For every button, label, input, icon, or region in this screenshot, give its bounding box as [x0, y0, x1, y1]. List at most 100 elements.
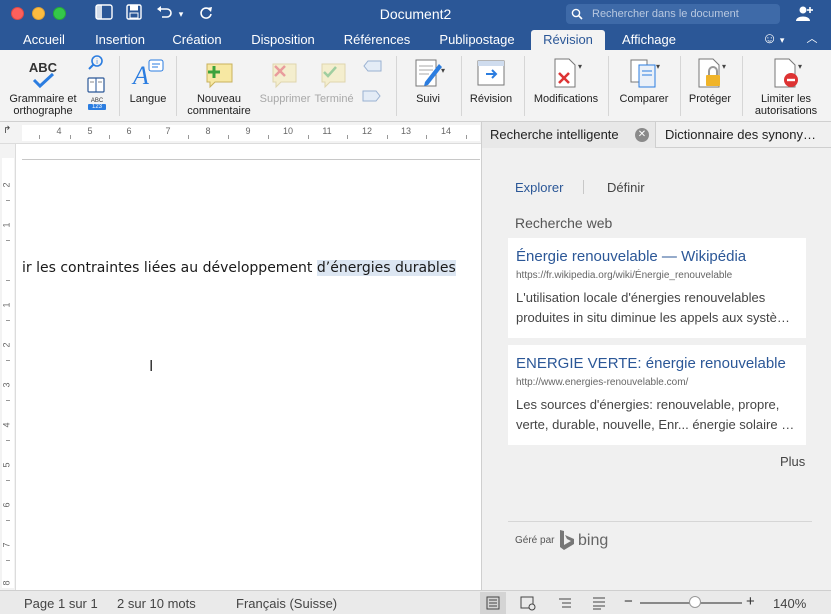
word-count[interactable]: 2 sur 10 mots	[117, 596, 196, 611]
result-url: https://fr.wikipedia.org/wiki/Énergie_re…	[516, 270, 733, 281]
ruler-number: 4	[56, 126, 62, 136]
zoom-out-button[interactable]: −	[624, 593, 633, 610]
language-status[interactable]: Français (Suisse)	[236, 596, 337, 611]
tab-thesaurus[interactable]: Dictionnaire des synony…	[657, 122, 831, 148]
zoom-slider-handle[interactable]	[689, 596, 701, 608]
ribbon-separator	[396, 56, 397, 116]
add-user-icon[interactable]	[795, 4, 817, 24]
document-paragraph[interactable]: ir les contraintes liées au développemen…	[22, 260, 456, 276]
tab-affichage[interactable]: Affichage	[612, 30, 686, 50]
changes-button[interactable]: ▾ Modifications	[528, 50, 604, 122]
title-bar: ▾ Document2 Rechercher dans le document	[0, 0, 831, 28]
document-text[interactable]: ir les contraintes liées au développemen…	[22, 260, 317, 276]
resolve-comment-label: Terminé	[314, 93, 354, 105]
undo-icon[interactable]	[154, 4, 174, 24]
delete-comment-label: Supprimer	[259, 93, 311, 105]
svg-text:▾: ▾	[578, 62, 582, 71]
close-pane-icon[interactable]: ✕	[635, 128, 649, 142]
delete-comment-button[interactable]: Supprimer	[256, 50, 314, 122]
changes-label: Modifications	[533, 93, 599, 105]
zoom-level[interactable]: 140%	[773, 596, 806, 611]
language-label: Langue	[129, 93, 167, 105]
search-icon	[571, 4, 583, 26]
pane-divider	[583, 180, 584, 194]
new-comment-button[interactable]: Nouveau commentaire	[182, 50, 256, 122]
zoom-in-button[interactable]: +	[746, 593, 755, 610]
thesaurus-icon[interactable]	[87, 77, 107, 95]
smart-lookup-icon[interactable]: i	[87, 54, 107, 74]
tab-disposition[interactable]: Disposition	[240, 30, 326, 50]
search-result-card[interactable]: ENERGIE VERTE: énergie renouvelable http…	[508, 345, 806, 445]
lock-document-icon: ▾	[693, 56, 727, 90]
next-comment-icon[interactable]	[362, 90, 382, 106]
ribbon-separator	[524, 56, 525, 116]
ruler-number: 8	[205, 126, 211, 136]
restrict-permissions-button[interactable]: ▾ Limiter les autorisations	[746, 50, 826, 122]
print-layout-view-button[interactable]	[480, 592, 506, 614]
compare-label: Comparer	[619, 93, 669, 105]
svg-text:▾: ▾	[798, 62, 802, 71]
selected-text[interactable]: d’énergies durables	[316, 260, 456, 276]
tab-revision[interactable]: Révision	[531, 30, 605, 50]
search-input[interactable]: Rechercher dans le document	[566, 4, 780, 24]
maximize-window-button[interactable]	[53, 7, 66, 20]
tab-insertion[interactable]: Insertion	[84, 30, 156, 50]
sidebar-toggle-icon[interactable]	[94, 4, 114, 24]
document-canvas[interactable]: ir les contraintes liées au développemen…	[16, 144, 481, 590]
ribbon-separator	[680, 56, 681, 116]
undo-dropdown-icon[interactable]: ▾	[176, 4, 186, 24]
page-count[interactable]: Page 1 sur 1	[24, 596, 98, 611]
new-comment-icon	[202, 56, 236, 90]
draft-view-icon[interactable]	[591, 595, 607, 611]
ruler-track[interactable]: 4 5 6 7 8 9 10 11 12 13 14	[22, 125, 480, 141]
vertical-ruler-track[interactable]: 2 1 1 2 3 4 5 6 7 8	[2, 158, 14, 588]
ribbon-tabs: Accueil Insertion Création Disposition R…	[0, 28, 831, 50]
pane-tabs: Recherche intelligente ✕ Dictionnaire de…	[482, 122, 831, 148]
resolve-comment-button[interactable]: Terminé	[310, 50, 358, 122]
resolve-comment-icon	[317, 56, 351, 90]
web-layout-view-icon[interactable]	[520, 595, 536, 611]
language-button[interactable]: A Langue	[122, 50, 174, 122]
svg-text:bing: bing	[578, 532, 608, 549]
track-changes-button[interactable]: ▾ Suivi	[402, 50, 454, 122]
word-count-icon[interactable]: ABC 123	[88, 98, 106, 116]
define-link[interactable]: Définir	[607, 180, 645, 195]
minimize-window-button[interactable]	[32, 7, 45, 20]
redo-icon[interactable]	[196, 4, 216, 24]
protect-button[interactable]: ▾ Protéger	[684, 50, 736, 122]
result-title-link[interactable]: Énergie renouvelable — Wikipédia	[516, 248, 746, 265]
track-changes-icon: ▾	[411, 56, 445, 90]
explore-link[interactable]: Explorer	[515, 180, 563, 195]
feedback-smiley-icon[interactable]: ☺ ▾	[762, 30, 792, 48]
tab-creation[interactable]: Création	[164, 30, 230, 50]
tab-smart-lookup[interactable]: Recherche intelligente	[482, 122, 656, 148]
smart-lookup-pane: Recherche intelligente ✕ Dictionnaire de…	[481, 122, 831, 590]
tab-references[interactable]: Références	[334, 30, 420, 50]
close-window-button[interactable]	[11, 7, 24, 20]
search-placeholder: Rechercher dans le document	[592, 8, 739, 20]
grammar-spelling-button[interactable]: ABC Grammaire et orthographe	[4, 50, 82, 122]
ribbon-separator	[608, 56, 609, 116]
horizontal-ruler: ↱ 4 5 6 7 8 9 10 11 12 13 14	[0, 122, 481, 144]
compare-button[interactable]: ▾ Comparer	[614, 50, 674, 122]
svg-text:▾: ▾	[441, 66, 445, 75]
result-title-link[interactable]: ENERGIE VERTE: énergie renouvelable	[516, 355, 786, 372]
previous-comment-icon[interactable]	[362, 60, 382, 76]
protect-label: Protéger	[688, 93, 732, 105]
review-pane-icon	[474, 56, 508, 90]
tab-publipostage[interactable]: Publipostage	[428, 30, 526, 50]
tab-stop-selector-icon[interactable]: ↱	[3, 125, 11, 136]
ruler-number: 14	[440, 126, 451, 136]
outline-view-icon[interactable]	[557, 595, 573, 611]
tab-smart-lookup-label: Recherche intelligente	[490, 127, 619, 142]
ruler-number: 5	[87, 126, 93, 136]
search-result-card[interactable]: Énergie renouvelable — Wikipédia https:/…	[508, 238, 806, 338]
tab-accueil[interactable]: Accueil	[12, 30, 76, 50]
restrict-permissions-icon: ▾	[769, 56, 803, 90]
vruler-number: 2	[1, 342, 12, 348]
save-icon[interactable]	[124, 4, 144, 24]
vruler-number: 2	[1, 182, 12, 188]
review-pane-button[interactable]: Révision	[464, 50, 518, 122]
collapse-ribbon-icon[interactable]: ︿	[803, 30, 821, 48]
more-results-link[interactable]: Plus	[780, 454, 805, 469]
